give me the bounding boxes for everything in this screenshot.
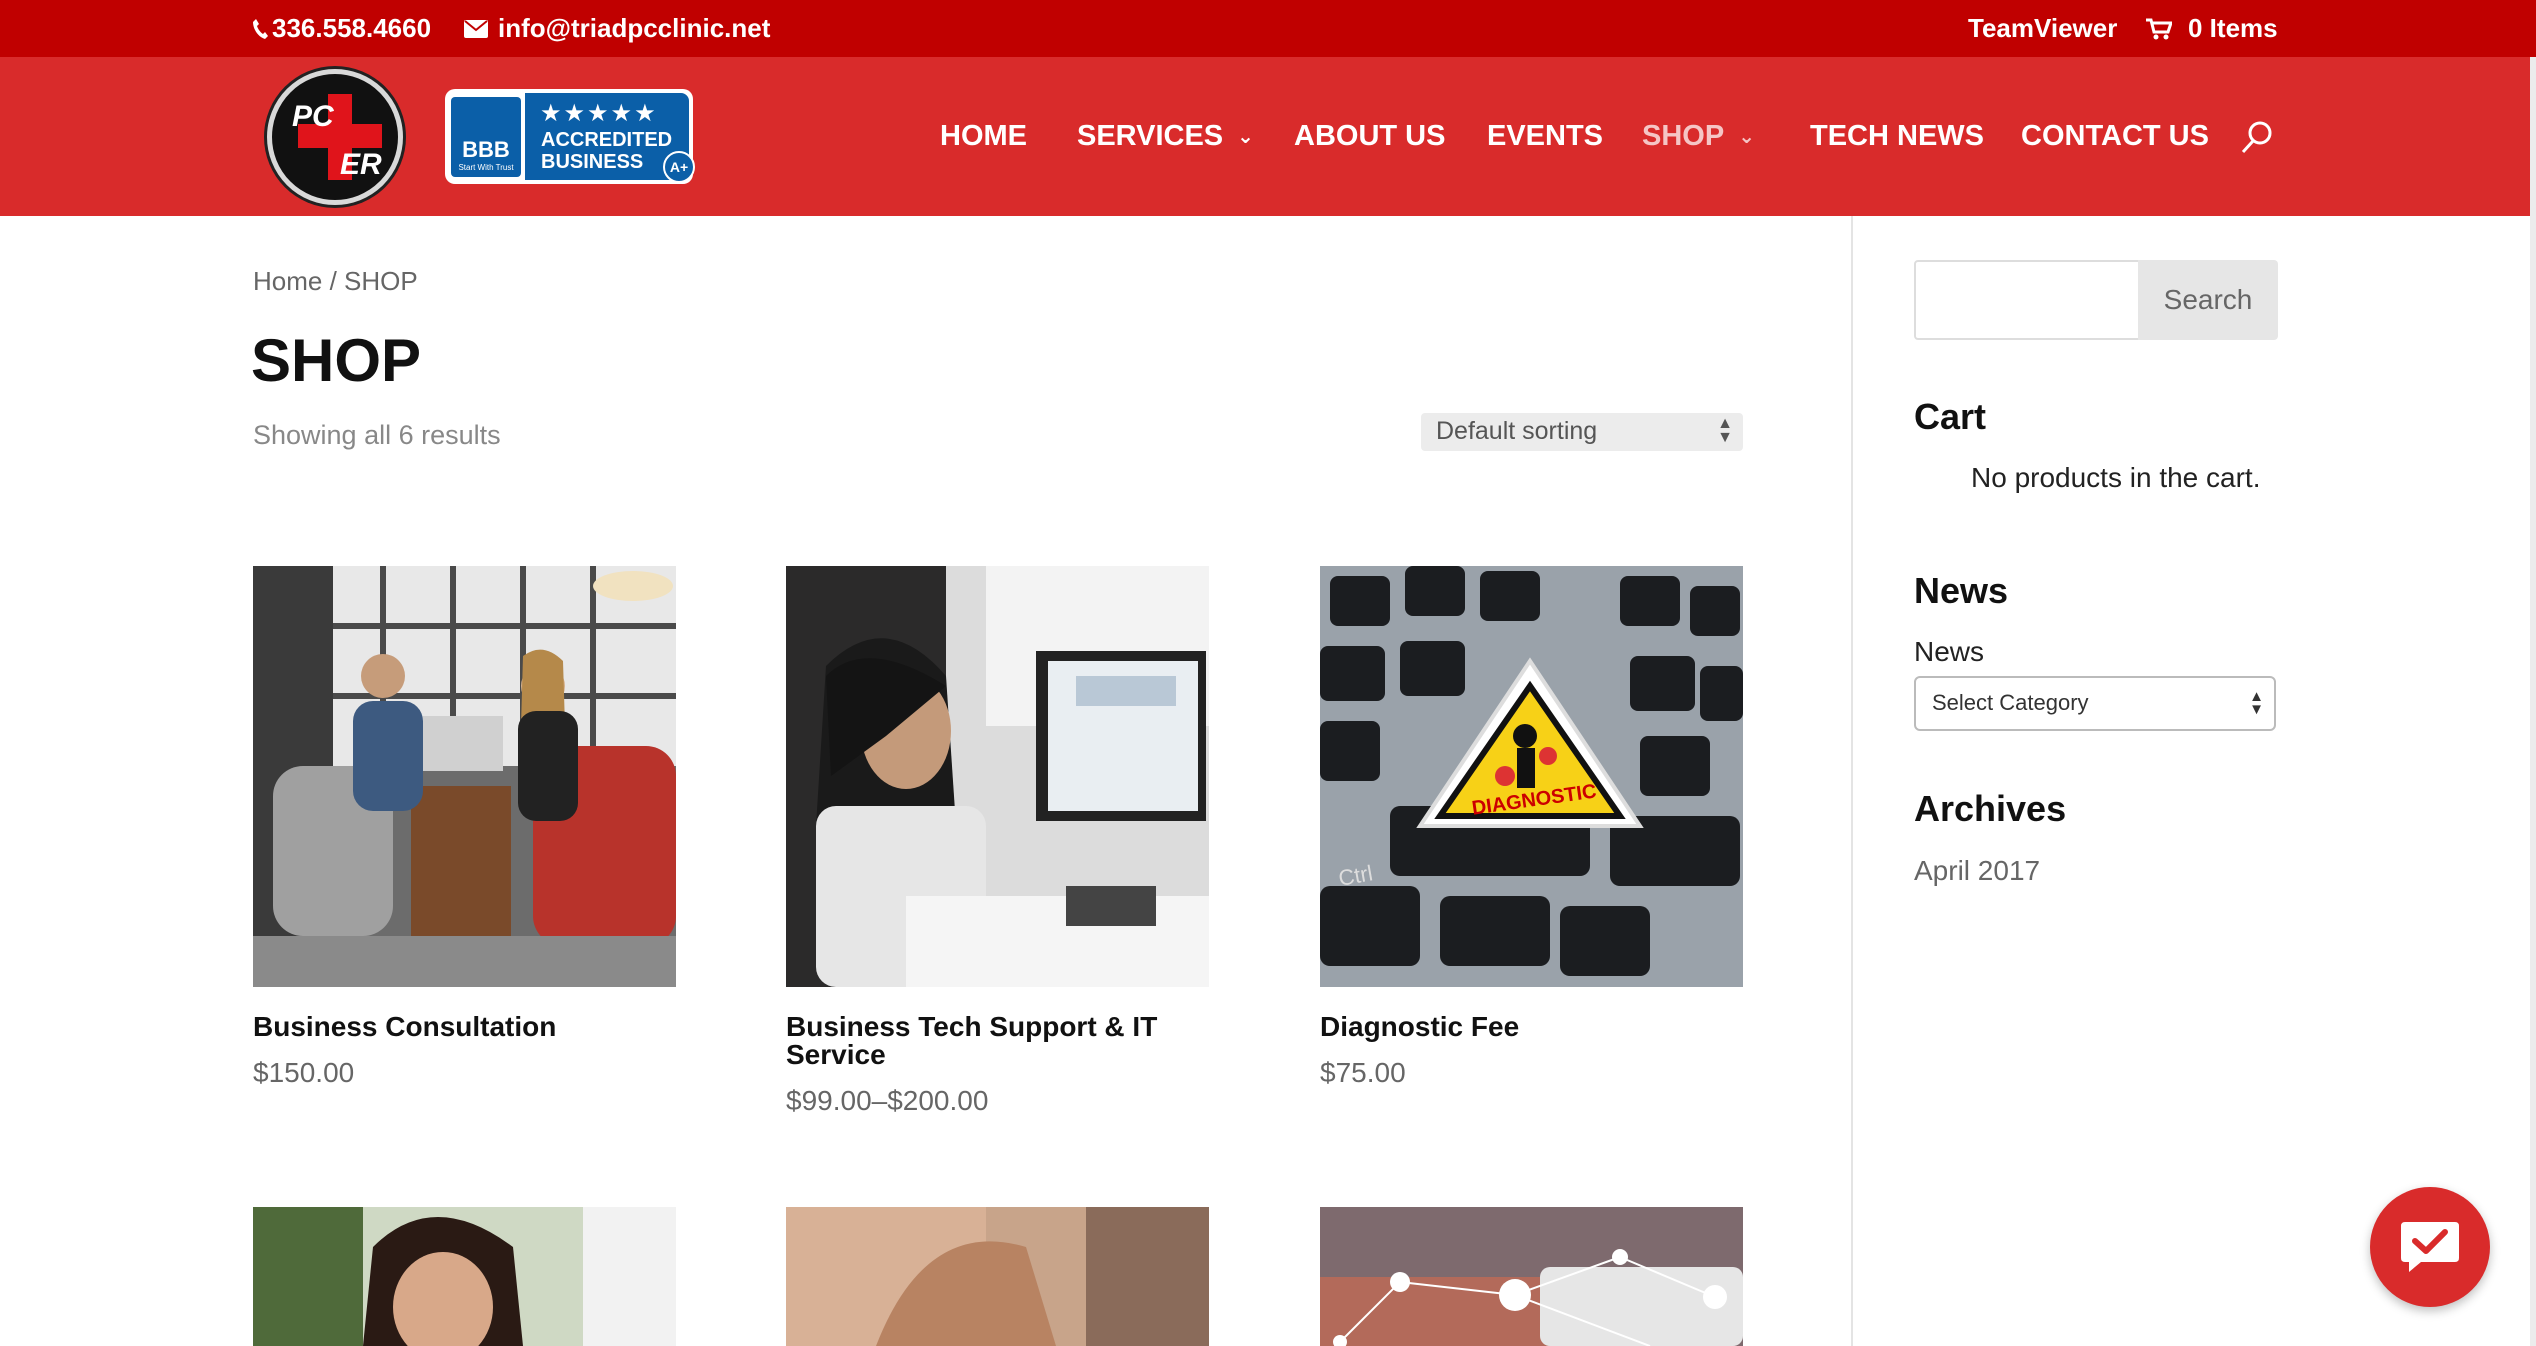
product-image-5[interactable] [786,1207,1209,1346]
nav-shop-label: SHOP [1642,120,1725,152]
cart-widget-title: Cart [1914,396,1987,437]
breadcrumb-separator: / [322,266,345,296]
sidebar-divider [1851,216,1853,1346]
result-count: Showing all 6 results [253,420,501,450]
sorting-value: Default sorting [1436,417,1598,445]
category-select-value: Select Category [1932,690,2089,715]
phone-number: 336.558.4660 [272,13,432,43]
consultation-photo [253,566,676,987]
product-price: $150.00 [253,1057,355,1088]
select-arrows-icon: ▲ ▼ [1717,415,1733,446]
product-card[interactable] [1320,1207,1743,1346]
chevron-down-icon: ⌄ [1738,126,1755,148]
envelope-icon [464,19,488,38]
teamviewer-label: TeamViewer [1968,13,2118,43]
nav-tech-news-label: TECH NEWS [1810,120,1984,152]
product-image-diagnostic[interactable]: DIAGNOSTIC Ctrl [1320,566,1743,987]
product-image-consultation[interactable] [253,566,676,987]
search-icon [2241,121,2272,153]
nav-services[interactable]: SERVICES ⌄ [1077,57,1254,216]
chevron-down-icon: ⌄ [1237,126,1254,148]
nav-about[interactable]: ABOUT US [1294,57,1445,216]
nav-home-label: HOME [940,120,1027,152]
main-nav: HOME SERVICES ⌄ ABOUT US EVENTS SHOP ⌄ TEC… [0,57,2536,216]
nav-events[interactable]: EVENTS [1487,57,1603,216]
archives-widget-title: Archives [1914,788,2067,829]
chat-bubble-check-icon [2401,1222,2459,1272]
hand-photo [786,1207,1209,1346]
search-input[interactable] [1916,262,2138,338]
breadcrumb: Home / SHOP [253,266,418,297]
tech-support-photo [786,566,1209,987]
network-photo [1320,1207,1743,1346]
product-image-tech-support[interactable] [786,566,1209,987]
page-title: SHOP [251,327,422,394]
sorting-select[interactable]: Default sorting ▲ ▼ [1421,413,1743,451]
email-link[interactable]: info@triadpcclinic.net [464,0,770,57]
woman-photo [253,1207,676,1346]
product-card[interactable]: DIAGNOSTIC Ctrl Diagnostic Fee $75.00 [1320,566,1743,1089]
nav-contact[interactable]: CONTACT US [2021,57,2209,216]
cart-icon [2146,18,2172,39]
chat-button[interactable] [2370,1187,2490,1307]
product-image-4[interactable] [253,1207,676,1346]
breadcrumb-home[interactable]: Home [253,266,322,296]
phone-icon [253,18,268,39]
product-card[interactable]: Business Tech Support & IT Service $99.0… [786,566,1209,1117]
email-address: info@triadpcclinic.net [498,13,771,43]
select-arrows-icon: ▲ ▼ [2249,688,2264,718]
top-bar: 336.558.4660 info@triadpcclinic.net Team… [0,0,2536,57]
cart-empty-message: No products in the cart. [1971,462,2261,493]
product-name[interactable]: Business Tech Support & IT Service [786,1013,1209,1069]
nav-about-label: ABOUT US [1294,120,1446,152]
breadcrumb-current: SHOP [344,266,418,296]
nav-home[interactable]: HOME [940,57,1027,216]
product-card[interactable] [253,1207,676,1346]
product-price: $75.00 [1320,1057,1406,1088]
news-category-label: News [1914,636,1985,667]
category-select[interactable]: Select Category ▲ ▼ [1914,676,2276,731]
search-button[interactable]: Search [2138,260,2278,340]
product-card[interactable]: Business Consultation $150.00 [253,566,676,1089]
scrollbar-track[interactable] [2530,57,2536,1346]
nav-search-toggle[interactable] [2240,57,2274,216]
cart-count: 0 Items [2188,13,2278,43]
cart-link[interactable]: 0 Items [2146,0,2278,57]
nav-events-label: EVENTS [1487,120,1604,152]
nav-services-label: SERVICES [1077,120,1224,152]
diagnostic-photo: DIAGNOSTIC Ctrl [1320,566,1743,987]
teamviewer-link[interactable]: TeamViewer [1968,0,2117,57]
product-card[interactable] [786,1207,1209,1346]
phone-link[interactable]: 336.558.4660 [252,0,431,57]
news-widget-title: News [1914,570,2009,611]
archive-link-april-2017[interactable]: April 2017 [1914,855,2040,887]
nav-contact-label: CONTACT US [2021,120,2209,152]
product-price: $99.00–$200.00 [786,1085,989,1116]
sidebar-search: Search [1914,260,2278,340]
nav-shop[interactable]: SHOP ⌄ [1642,57,1755,216]
nav-tech-news[interactable]: TECH NEWS [1810,57,1984,216]
product-name[interactable]: Diagnostic Fee [1320,1013,1743,1041]
product-name[interactable]: Business Consultation [253,1013,676,1041]
product-image-6[interactable] [1320,1207,1743,1346]
